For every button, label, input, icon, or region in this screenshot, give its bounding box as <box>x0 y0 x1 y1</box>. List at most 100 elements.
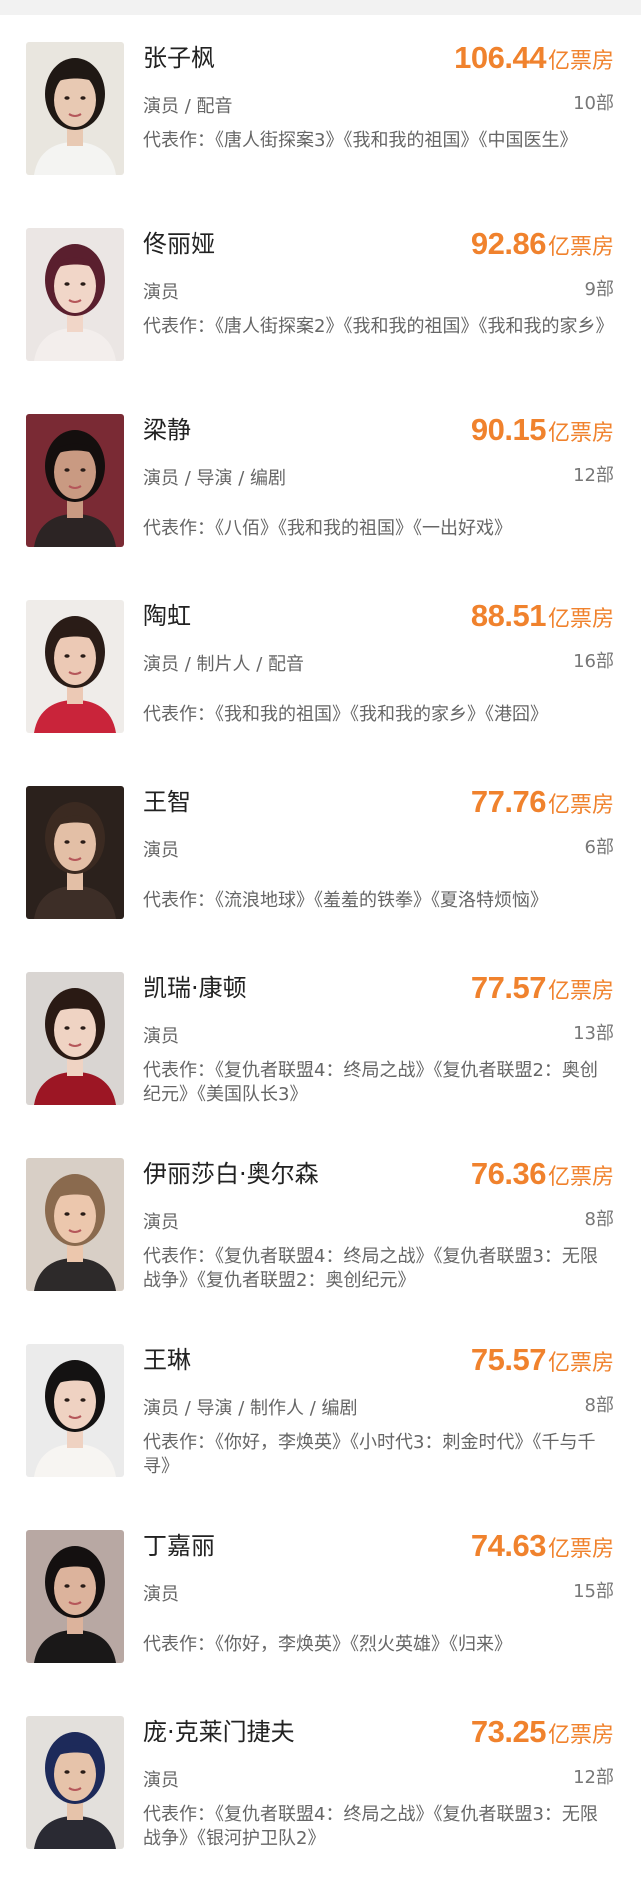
portrait-photo-icon <box>26 1344 124 1477</box>
portrait-left-eye <box>64 282 70 286</box>
top-strip <box>0 0 641 15</box>
actor-roles: 演员 / 制片人 / 配音 <box>143 654 305 675</box>
box-office: 73.25亿票房 <box>471 1713 614 1756</box>
box-office-unit: 亿票房 <box>547 49 614 74</box>
portrait-right-eye <box>80 1770 86 1774</box>
actor-row[interactable]: 伊丽莎白·奥尔森 76.36亿票房 演员 8部 代表作：《复仇者联盟4：终局之战… <box>0 1131 641 1317</box>
actor-roles: 演员 <box>143 282 179 303</box>
actor-row[interactable]: 凯瑞·康顿 77.57亿票房 演员 13部 代表作：《复仇者联盟4：终局之战》《… <box>0 945 641 1131</box>
film-count: 8部 <box>584 1395 614 1416</box>
portrait-right-eye <box>80 96 86 100</box>
portrait-face <box>54 445 96 499</box>
portrait-photo-icon <box>26 786 124 919</box>
actor-avatar <box>26 1716 124 1849</box>
portrait-face <box>54 1561 96 1615</box>
box-office-unit: 亿票房 <box>547 607 614 632</box>
actor-row[interactable]: 张子枫 106.44亿票房 演员 / 配音 10部 代表作：《唐人街探案3》《我… <box>0 15 641 201</box>
portrait-face <box>54 631 96 685</box>
box-office-value: 74.63 <box>470 1528 547 1563</box>
film-count: 13部 <box>573 1023 614 1044</box>
box-office-value: 77.76 <box>470 784 547 819</box>
actor-row[interactable]: 陶虹 88.51亿票房 演员 / 制片人 / 配音 16部 代表作：《我和我的祖… <box>0 573 641 759</box>
portrait-left-eye <box>64 654 70 658</box>
portrait-face <box>54 1747 96 1801</box>
actor-roles: 演员 / 配音 <box>143 96 233 117</box>
box-office-unit: 亿票房 <box>547 421 614 446</box>
representative-works: 代表作：《复仇者联盟4：终局之战》《复仇者联盟2：奥创纪元》《美国队长3》 <box>143 1060 598 1105</box>
box-office-value: 75.57 <box>470 1342 547 1377</box>
actor-row[interactable]: 庞·克莱门捷夫 73.25亿票房 演员 12部 代表作：《复仇者联盟4：终局之战… <box>0 1689 641 1875</box>
portrait-right-eye <box>80 1584 86 1588</box>
representative-works: 代表作：《八佰》《我和我的祖国》《一出好戏》 <box>143 518 512 539</box>
representative-works: 代表作：《唐人街探案2》《我和我的祖国》《我和我的家乡》 <box>143 316 614 337</box>
box-office-value: 73.25 <box>470 1714 547 1749</box>
portrait-left-eye <box>64 96 70 100</box>
actor-avatar <box>26 42 124 175</box>
actor-avatar <box>26 786 124 919</box>
box-office: 76.36亿票房 <box>471 1155 614 1198</box>
representative-works: 代表作：《复仇者联盟4：终局之战》《复仇者联盟3：无限战争》《复仇者联盟2：奥创… <box>143 1246 598 1291</box>
actor-roles: 演员 <box>143 1770 179 1791</box>
portrait-right-eye <box>80 1212 86 1216</box>
portrait-photo-icon <box>26 1716 124 1849</box>
portrait-face <box>54 1375 96 1429</box>
representative-works: 代表作：《复仇者联盟4：终局之战》《复仇者联盟3：无限战争》《银河护卫队2》 <box>143 1804 598 1849</box>
actor-row[interactable]: 佟丽娅 92.86亿票房 演员 9部 代表作：《唐人街探案2》《我和我的祖国》《… <box>0 201 641 387</box>
actor-name: 梁静 <box>143 416 191 444</box>
actor-ranking-list: 张子枫 106.44亿票房 演员 / 配音 10部 代表作：《唐人街探案3》《我… <box>0 15 641 1875</box>
representative-works: 代表作：《我和我的祖国》《我和我的家乡》《港囧》 <box>143 704 548 725</box>
portrait-photo-icon <box>26 600 124 733</box>
film-count: 16部 <box>573 651 614 672</box>
representative-works: 代表作：《唐人街探案3》《我和我的祖国》《中国医生》 <box>143 130 578 151</box>
box-office-value: 90.15 <box>470 412 547 447</box>
actor-row[interactable]: 王智 77.76亿票房 演员 6部 代表作：《流浪地球》《羞羞的铁拳》《夏洛特烦… <box>0 759 641 945</box>
actor-row[interactable]: 丁嘉丽 74.63亿票房 演员 15部 代表作：《你好，李焕英》《烈火英雄》《归… <box>0 1503 641 1689</box>
actor-avatar <box>26 600 124 733</box>
portrait-face <box>54 1003 96 1057</box>
actor-avatar <box>26 1158 124 1291</box>
portrait-left-eye <box>64 1026 70 1030</box>
portrait-right-eye <box>80 468 86 472</box>
box-office-value: 106.44 <box>454 40 546 75</box>
film-count: 15部 <box>573 1581 614 1602</box>
actor-row[interactable]: 王琳 75.57亿票房 演员 / 导演 / 制作人 / 编剧 8部 代表作：《你… <box>0 1317 641 1503</box>
actor-name: 庞·克莱门捷夫 <box>143 1718 295 1746</box>
actor-avatar <box>26 1530 124 1663</box>
box-office-unit: 亿票房 <box>547 793 614 818</box>
representative-works: 代表作：《流浪地球》《羞羞的铁拳》《夏洛特烦恼》 <box>143 890 548 911</box>
actor-name: 张子枫 <box>143 44 215 72</box>
portrait-photo-icon <box>26 42 124 175</box>
actor-roles: 演员 <box>143 1584 179 1605</box>
actor-name: 伊丽莎白·奥尔森 <box>143 1160 319 1188</box>
actor-avatar <box>26 972 124 1105</box>
portrait-photo-icon <box>26 972 124 1105</box>
film-count: 10部 <box>573 93 614 114</box>
actor-avatar <box>26 414 124 547</box>
portrait-face <box>54 817 96 871</box>
film-count: 12部 <box>573 1767 614 1788</box>
box-office-value: 92.86 <box>470 226 547 261</box>
actor-roles: 演员 <box>143 840 179 861</box>
actor-name: 凯瑞·康顿 <box>143 974 247 1002</box>
actor-avatar <box>26 1344 124 1477</box>
box-office-unit: 亿票房 <box>547 1165 614 1190</box>
actor-row[interactable]: 梁静 90.15亿票房 演员 / 导演 / 编剧 12部 代表作：《八佰》《我和… <box>0 387 641 573</box>
actor-avatar <box>26 228 124 361</box>
box-office-value: 77.57 <box>470 970 547 1005</box>
box-office: 77.76亿票房 <box>471 783 614 826</box>
actor-roles: 演员 <box>143 1026 179 1047</box>
portrait-photo-icon <box>26 1530 124 1663</box>
portrait-left-eye <box>64 840 70 844</box>
portrait-left-eye <box>64 468 70 472</box>
actor-name: 王智 <box>143 788 191 816</box>
film-count: 6部 <box>584 837 614 858</box>
box-office-unit: 亿票房 <box>547 1537 614 1562</box>
portrait-right-eye <box>80 1398 86 1402</box>
box-office: 75.57亿票房 <box>471 1341 614 1384</box>
portrait-face <box>54 73 96 127</box>
portrait-photo-icon <box>26 414 124 547</box>
actor-name: 佟丽娅 <box>143 230 215 258</box>
portrait-right-eye <box>80 282 86 286</box>
box-office: 74.63亿票房 <box>471 1527 614 1570</box>
actor-name: 丁嘉丽 <box>143 1532 215 1560</box>
